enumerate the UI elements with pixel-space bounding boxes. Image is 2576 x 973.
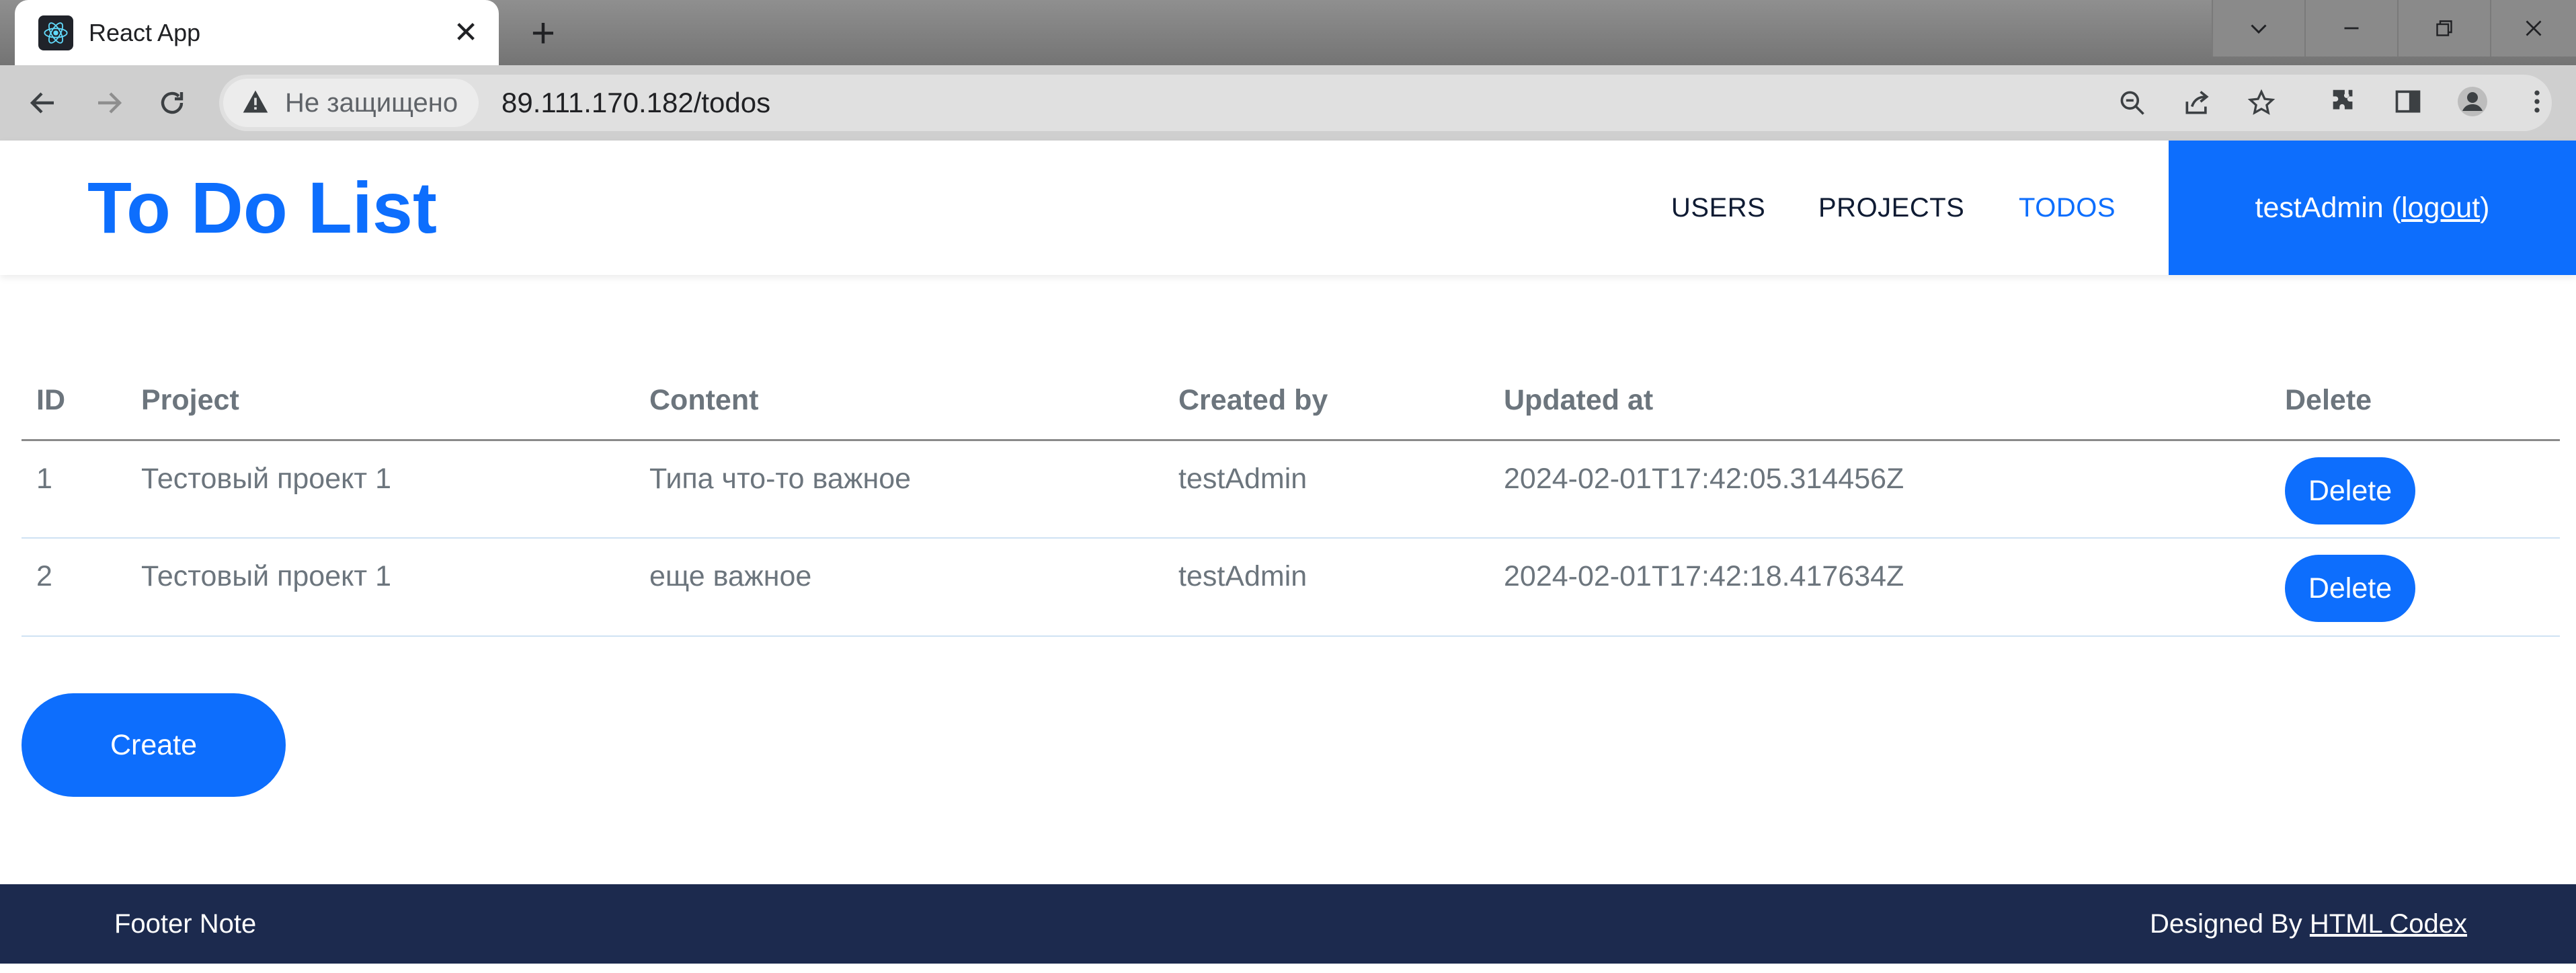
footer-note: Footer Note: [114, 909, 257, 939]
tab-close-icon[interactable]: ✕: [450, 16, 482, 49]
url-text[interactable]: 89.111.170.182/todos: [501, 75, 770, 131]
close-window-icon[interactable]: [2490, 0, 2576, 56]
nav-link-todos[interactable]: TODOS: [2019, 141, 2116, 275]
cell-created-by: testAdmin: [1164, 538, 1489, 637]
cell-id: 2: [22, 538, 126, 637]
browser-tab[interactable]: React App ✕: [15, 0, 499, 65]
minimize-icon[interactable]: [2304, 0, 2397, 56]
warning-triangle-icon: [241, 87, 270, 120]
extensions-puzzle-icon[interactable]: [2323, 81, 2364, 122]
address-bar[interactable]: Не защищено 89.111.170.182/todos: [219, 75, 2552, 131]
header-id: ID: [22, 362, 126, 441]
zoom-out-icon[interactable]: [2114, 84, 2151, 122]
cell-id: 1: [22, 440, 126, 539]
create-button[interactable]: Create: [22, 693, 286, 797]
brand-title[interactable]: To Do List: [87, 141, 437, 275]
footer-credit: Designed By HTML Codex: [2150, 884, 2467, 964]
bookmark-star-icon[interactable]: [2243, 84, 2280, 122]
tab-title: React App: [89, 19, 201, 46]
logout-link[interactable]: logout: [2401, 192, 2480, 225]
logout-open-paren: (: [2383, 191, 2401, 224]
side-panel-icon[interactable]: [2388, 81, 2428, 122]
tab-search-chevron-icon[interactable]: [2212, 0, 2304, 56]
delete-button[interactable]: Delete: [2285, 555, 2415, 622]
cell-project: Тестовый проект 1: [126, 538, 635, 637]
cell-updated-at: 2024-02-01T17:42:18.417634Z: [1489, 538, 2270, 637]
todos-table: ID Project Content Created by Updated at…: [22, 362, 2560, 637]
page-content: To Do List USERS PROJECTS TODOS testAdmi…: [0, 141, 2576, 973]
react-logo-icon: [38, 15, 73, 50]
footer-credit-prefix: Designed By: [2149, 909, 2302, 939]
site-footer: Footer Note Designed By HTML Codex: [0, 884, 2576, 964]
security-chip[interactable]: Не защищено: [223, 79, 479, 127]
nav-link-users[interactable]: USERS: [1671, 141, 1765, 275]
cell-content: еще важное: [635, 538, 1164, 637]
cell-project: Тестовый проект 1: [126, 440, 635, 539]
header-project: Project: [126, 362, 635, 441]
new-tab-icon[interactable]: +: [523, 13, 563, 54]
back-arrow-icon[interactable]: [23, 83, 63, 123]
cell-created-by: testAdmin: [1164, 440, 1489, 539]
header-delete: Delete: [2270, 362, 2560, 441]
logout-close-paren: ): [2480, 191, 2490, 224]
header-updated-at: Updated at: [1489, 362, 2270, 441]
forward-arrow-icon[interactable]: [89, 83, 129, 123]
share-icon[interactable]: [2178, 84, 2216, 122]
site-navbar: To Do List USERS PROJECTS TODOS testAdmi…: [0, 141, 2576, 275]
cell-delete: Delete: [2270, 440, 2560, 539]
user-box: testAdmin (logout): [2169, 141, 2576, 275]
profile-avatar-icon[interactable]: [2452, 81, 2493, 122]
cell-content: Типа что-то важное: [635, 440, 1164, 539]
cell-delete: Delete: [2270, 538, 2560, 637]
username-label: testAdmin: [2255, 191, 2384, 224]
table-row: 2 Тестовый проект 1 еще важное testAdmin…: [22, 538, 2560, 637]
restore-icon[interactable]: [2397, 0, 2490, 56]
table-header-row: ID Project Content Created by Updated at…: [22, 362, 2560, 441]
security-label: Не защищено: [285, 87, 458, 118]
header-created-by: Created by: [1164, 362, 1489, 441]
browser-tabstrip: React App ✕ +: [0, 0, 2576, 65]
header-content: Content: [635, 362, 1164, 441]
browser-toolbar: Не защищено 89.111.170.182/todos: [0, 65, 2576, 141]
delete-button[interactable]: Delete: [2285, 457, 2415, 524]
cell-updated-at: 2024-02-01T17:42:05.314456Z: [1489, 440, 2270, 539]
reload-icon[interactable]: [152, 83, 192, 123]
nav-link-projects[interactable]: PROJECTS: [1818, 141, 1964, 275]
browser-menu-icon[interactable]: [2517, 81, 2557, 122]
footer-credit-link[interactable]: HTML Codex: [2310, 909, 2467, 939]
table-row: 1 Тестовый проект 1 Типа что-то важное t…: [22, 440, 2560, 539]
